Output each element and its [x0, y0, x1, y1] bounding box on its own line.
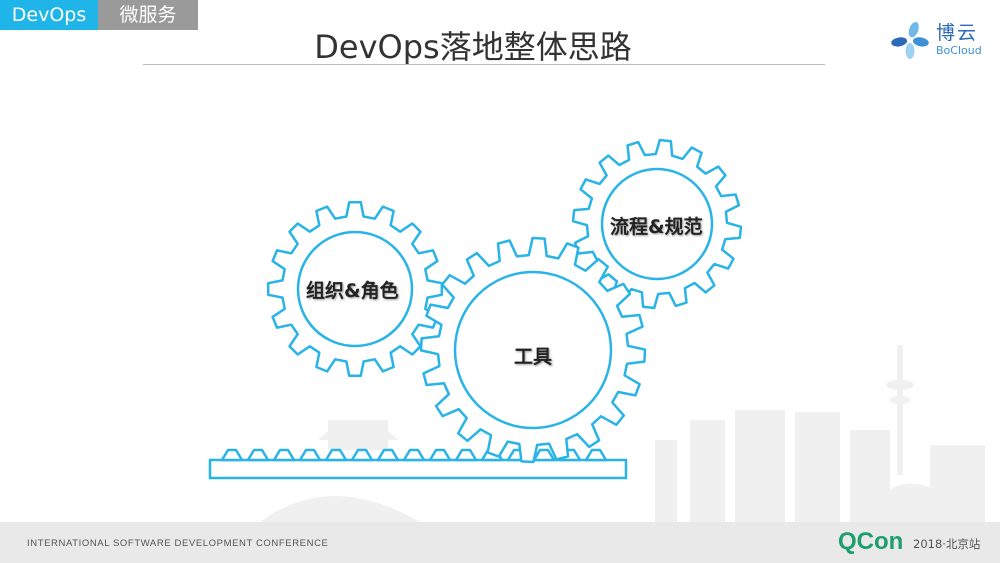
- gear-left-label: 组织&角色: [306, 280, 399, 302]
- qcon-edition: 2018·北京站: [913, 537, 981, 551]
- conference-name: INTERNATIONAL SOFTWARE DEVELOPMENT CONFE…: [27, 538, 329, 549]
- gear-illustration: [208, 138, 985, 522]
- qcon-logo: QCon: [838, 528, 904, 555]
- footer-bar: INTERNATIONAL SOFTWARE DEVELOPMENT CONFE…: [0, 522, 1000, 563]
- gear-right-label: 流程&规范: [610, 216, 703, 238]
- gear-center-label: 工具: [514, 346, 553, 368]
